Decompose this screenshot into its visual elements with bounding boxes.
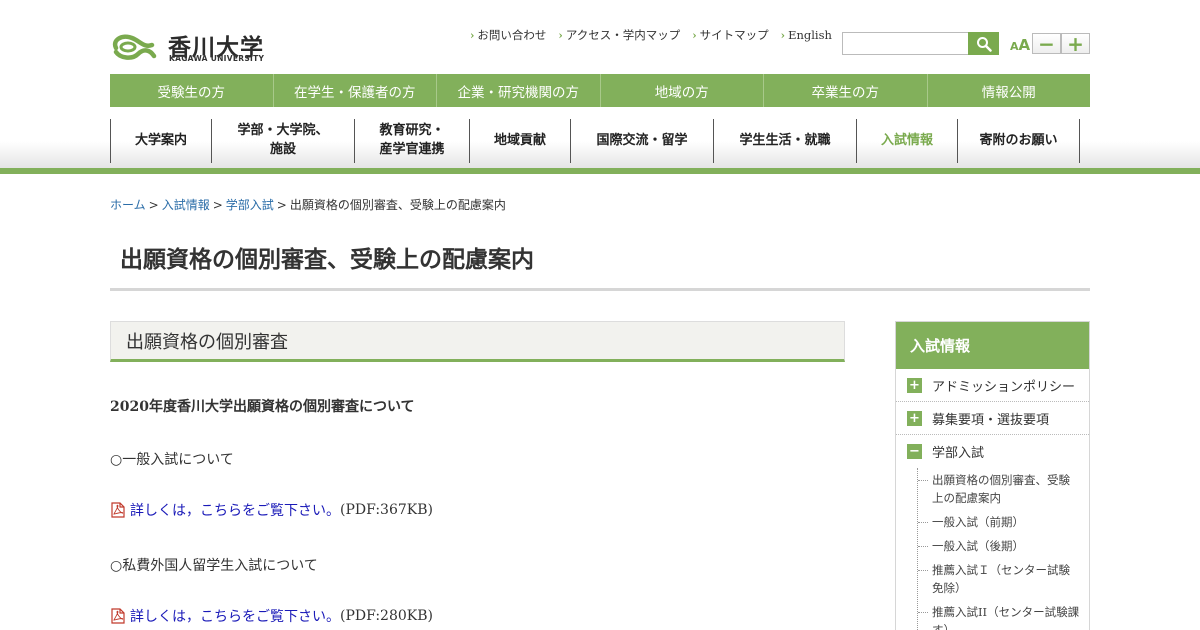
audience-nav-item[interactable]: 企業・研究機関の方 — [437, 74, 601, 107]
main-nav-item-admissions[interactable]: 入試情報 — [856, 119, 957, 163]
sidebar-title[interactable]: 入試情報 — [896, 322, 1089, 369]
sidebar-item-admission-policy[interactable]: + アドミッションポリシー — [896, 369, 1089, 402]
sidebar-sub-item[interactable]: 一般入試（後期） — [918, 534, 1081, 558]
sidebar-sub-list: 出願資格の個別審査、受験上の配慮案内 一般入試（前期） 一般入試（後期） 推薦入… — [896, 468, 1089, 630]
pdf-icon — [111, 502, 125, 518]
sidebar-item-guidelines[interactable]: + 募集要項・選抜要項 — [896, 402, 1089, 435]
chevron-right-icon: › — [558, 28, 563, 42]
sidebar-sub-item[interactable]: 一般入試（前期） — [918, 510, 1081, 534]
title-divider — [110, 288, 1090, 291]
plus-icon[interactable]: + — [907, 377, 922, 393]
pdf-icon — [111, 608, 125, 624]
breadcrumb-current: 出願資格の個別審査、受験上の配慮案内 — [289, 198, 506, 212]
font-size-label: AA — [1010, 36, 1031, 54]
sidebar: 入試情報 + アドミッションポリシー + 募集要項・選抜要項 − 学部入試 出願… — [895, 321, 1090, 630]
main-nav-item-international[interactable]: 国際交流・留学 — [570, 119, 713, 163]
audience-nav-item[interactable]: 卒業生の方 — [764, 74, 928, 107]
breadcrumb-undergrad[interactable]: 学部入試 — [226, 198, 274, 212]
search-input[interactable] — [842, 32, 969, 55]
util-link-contact[interactable]: › お問い合わせ — [470, 27, 546, 43]
font-increase-button[interactable]: + — [1061, 33, 1090, 54]
main-nav-item-faculties[interactable]: 学部・大学院、 施設 — [211, 119, 354, 163]
plus-icon[interactable]: + — [907, 410, 922, 426]
sidebar-sub-item[interactable]: 出願資格の個別審査、受験上の配慮案内 — [918, 468, 1081, 510]
audience-nav: 受験生の方 在学生・保護者の方 企業・研究機関の方 地域の方 卒業生の方 情報公… — [110, 74, 1090, 107]
general-heading: ○一般入試について — [110, 452, 234, 468]
audience-nav-item[interactable]: 情報公開 — [928, 74, 1091, 107]
audience-nav-item[interactable]: 地域の方 — [601, 74, 764, 107]
audience-nav-item[interactable]: 受験生の方 — [110, 74, 274, 107]
util-link-access[interactable]: › アクセス・学内マップ — [558, 27, 680, 43]
main-nav-item-donation[interactable]: 寄附のお願い — [957, 119, 1080, 163]
foreign-pdf-row: 詳しくは，こちらをご覧下さい。 (PDF:280KB) — [110, 606, 433, 626]
search-icon — [976, 36, 992, 52]
search-button[interactable] — [968, 32, 999, 55]
header-divider — [0, 168, 1200, 174]
main-nav-item-research[interactable]: 教育研究・ 産学官連携 — [354, 119, 469, 163]
main-nav: 大学案内 学部・大学院、 施設 教育研究・ 産学官連携 地域貢献 国際交流・留学 学… — [110, 119, 1080, 163]
content-lead: 2020年度香川大学出願資格の個別審査について — [110, 399, 415, 415]
logo-text-en: KAGAWA UNIVERSITY — [169, 54, 265, 63]
minus-icon: − — [1038, 31, 1055, 56]
chevron-right-icon: › — [780, 28, 786, 42]
audience-nav-item[interactable]: 在学生・保護者の方 — [274, 74, 437, 107]
util-link-sitemap[interactable]: › サイトマップ — [692, 27, 768, 43]
font-decrease-button[interactable]: − — [1032, 33, 1061, 54]
general-pdf-row: 詳しくは，こちらをご覧下さい。 (PDF:367KB) — [110, 500, 433, 520]
minus-icon[interactable]: − — [907, 444, 922, 459]
sidebar-item-undergrad[interactable]: − 学部入試 — [896, 435, 1089, 468]
main-nav-item-community[interactable]: 地域貢献 — [469, 119, 570, 163]
section-heading: 出願資格の個別審査 — [110, 321, 845, 362]
general-pdf-size: (PDF:367KB) — [340, 502, 433, 518]
page-title: 出願資格の個別審査、受験上の配慮案内 — [120, 247, 534, 273]
kagawa-logo-icon — [112, 34, 157, 60]
chevron-right-icon: › — [470, 28, 475, 42]
main-nav-item-about[interactable]: 大学案内 — [110, 119, 211, 163]
sidebar-sub-item[interactable]: 推薦入試Ｉ（センター試験免除） — [918, 558, 1081, 600]
sidebar-sub-item[interactable]: 推薦入試II（センター試験課す） — [918, 600, 1081, 630]
chevron-right-icon: › — [692, 28, 697, 42]
main-nav-item-student-life[interactable]: 学生生活・就職 — [713, 119, 856, 163]
foreign-pdf-size: (PDF:280KB) — [340, 608, 433, 624]
plus-icon: + — [1067, 31, 1084, 56]
breadcrumb-home[interactable]: ホーム — [110, 198, 146, 212]
site-logo[interactable]: 香川大学 KAGAWA UNIVERSITY — [110, 28, 270, 64]
breadcrumb: ホーム > 入試情報 > 学部入試 > 出願資格の個別審査、受験上の配慮案内 — [110, 198, 506, 212]
util-link-english[interactable]: › English — [781, 27, 832, 43]
utility-links: › お問い合わせ › アクセス・学内マップ › サイトマップ › English — [470, 27, 832, 43]
foreign-pdf-link[interactable]: 詳しくは，こちらをご覧下さい。 — [130, 606, 340, 626]
general-pdf-link[interactable]: 詳しくは，こちらをご覧下さい。 — [130, 500, 340, 520]
breadcrumb-admissions[interactable]: 入試情報 — [162, 198, 210, 212]
foreign-heading: ○私費外国人留学生入試について — [110, 558, 318, 574]
